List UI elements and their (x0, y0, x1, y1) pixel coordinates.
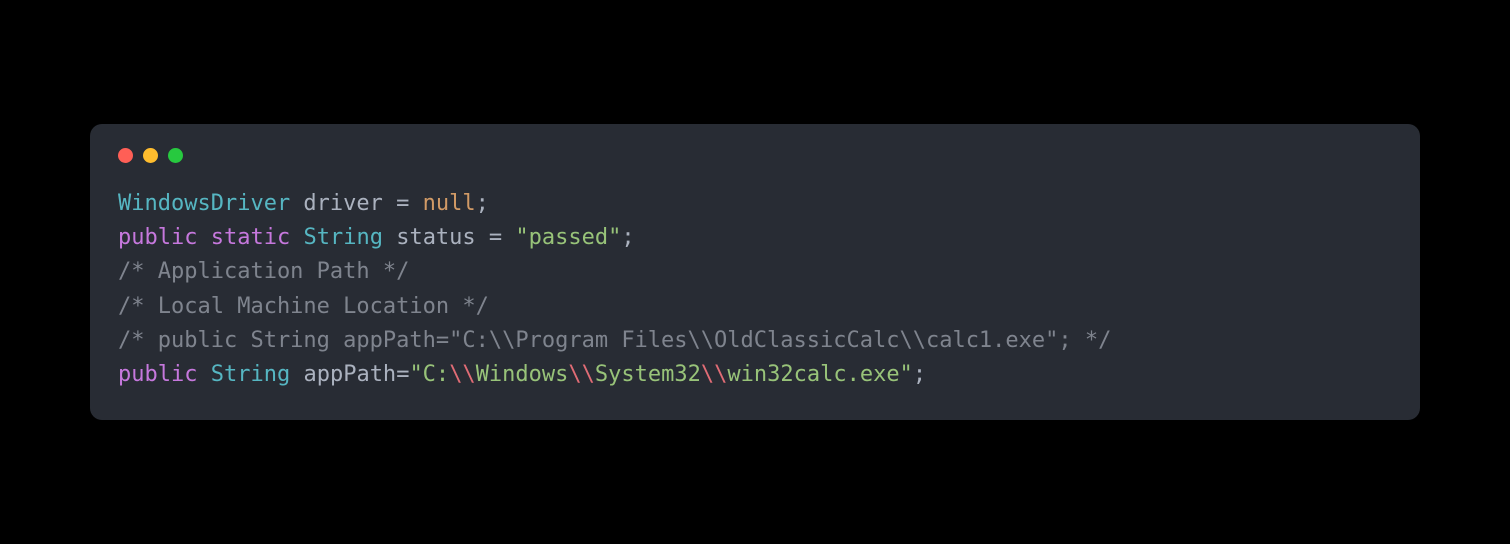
code-token (290, 225, 303, 250)
code-token: appPath (290, 362, 396, 387)
code-line: /* Application Path */ (118, 255, 1392, 289)
code-line: public String appPath="C:\\Windows\\Syst… (118, 358, 1392, 392)
code-token (502, 225, 515, 250)
code-token: public (118, 362, 197, 387)
code-token (409, 191, 422, 216)
code-token: = (396, 191, 409, 216)
code-token: ; (621, 225, 634, 250)
code-token: ; (476, 191, 489, 216)
code-token: String (303, 225, 382, 250)
code-token: WindowsDriver (118, 191, 290, 216)
code-window: WindowsDriver driver = null;public stati… (90, 124, 1420, 420)
code-token: "passed" (515, 225, 621, 250)
code-token: \\ (568, 362, 595, 387)
code-token: ; (913, 362, 926, 387)
code-token: System32 (595, 362, 701, 387)
code-token: String (211, 362, 290, 387)
code-token: static (211, 225, 290, 250)
code-token: "C: (409, 362, 449, 387)
code-token: /* public String appPath="C:\\Program Fi… (118, 328, 1111, 353)
code-token: \\ (701, 362, 728, 387)
code-token: win32calc.exe" (727, 362, 912, 387)
code-content: WindowsDriver driver = null;public stati… (118, 187, 1392, 392)
code-token: Windows (476, 362, 569, 387)
code-token: = (489, 225, 502, 250)
code-line: WindowsDriver driver = null; (118, 187, 1392, 221)
minimize-icon[interactable] (143, 148, 158, 163)
window-controls (118, 148, 1392, 163)
code-line: /* Local Machine Location */ (118, 290, 1392, 324)
code-token: /* Application Path */ (118, 259, 409, 284)
code-token: \\ (449, 362, 476, 387)
maximize-icon[interactable] (168, 148, 183, 163)
code-token: public (118, 225, 197, 250)
code-token: /* Local Machine Location */ (118, 294, 489, 319)
code-token: driver (290, 191, 396, 216)
code-token (197, 362, 210, 387)
code-token: null (423, 191, 476, 216)
code-token (197, 225, 210, 250)
close-icon[interactable] (118, 148, 133, 163)
code-token: = (396, 362, 409, 387)
code-line: /* public String appPath="C:\\Program Fi… (118, 324, 1392, 358)
code-token: status (383, 225, 489, 250)
code-line: public static String status = "passed"; (118, 221, 1392, 255)
